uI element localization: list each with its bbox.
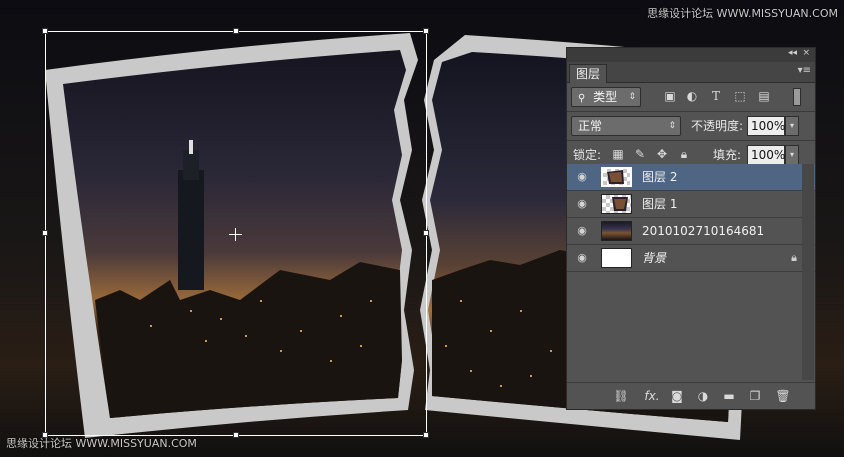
- layer-thumbnail: [601, 167, 632, 187]
- updown-icon: ⇕: [628, 92, 636, 102]
- panel-footer: ⛓︎ fx. ◙ ◑ ▬ ❐ 🗑︎: [567, 382, 815, 409]
- panel-tab-row: 图层 ▾≡: [567, 62, 815, 83]
- layer-thumbnail: [601, 248, 632, 268]
- transform-handle-bottom-right[interactable]: [423, 432, 429, 438]
- add-mask-icon[interactable]: ◙: [669, 388, 685, 404]
- transform-handle-middle-left[interactable]: [42, 230, 48, 236]
- blend-mode-dropdown[interactable]: 正常 ⇕: [571, 116, 681, 136]
- lock-icon: 🔒︎: [791, 251, 797, 264]
- layer-row[interactable]: ◉ 2010102710164681: [567, 218, 815, 245]
- blend-row: 正常 ⇕ 不透明度: 100% ▾: [567, 112, 815, 141]
- lock-image-pixels-icon[interactable]: ✎: [633, 147, 647, 161]
- new-group-icon[interactable]: ▬: [721, 388, 737, 404]
- layer-row[interactable]: ◉ 背景 🔒︎: [567, 245, 815, 272]
- filter-kind-dropdown[interactable]: ⚲ 类型 ⇕: [571, 87, 641, 107]
- layer-name[interactable]: 背景: [642, 245, 666, 271]
- opacity-slider-toggle[interactable]: ▾: [785, 116, 799, 136]
- transform-handle-bottom-middle[interactable]: [233, 432, 239, 438]
- lock-position-icon[interactable]: ✥: [655, 147, 669, 161]
- link-layers-icon[interactable]: ⛓︎: [613, 388, 629, 404]
- collapse-icon[interactable]: ◂◂: [788, 48, 797, 58]
- eye-icon[interactable]: ◉: [574, 224, 590, 238]
- shape-filter-icon[interactable]: ⬚: [733, 89, 747, 103]
- tab-layers[interactable]: 图层: [569, 64, 608, 83]
- layer-row[interactable]: ◉ 图层 1: [567, 191, 815, 218]
- updown-icon: ⇕: [668, 121, 676, 131]
- transform-handle-top-right[interactable]: [423, 28, 429, 34]
- layers-list: ◉ 图层 2 ◉ 图层 1 ◉ 2010102710164681 ◉ 背景 🔒︎: [567, 164, 815, 380]
- opacity-label: 不透明度:: [691, 119, 744, 133]
- image-filter-icon[interactable]: ▣: [663, 89, 677, 103]
- opacity-field[interactable]: 100%: [747, 116, 785, 136]
- fill-field[interactable]: 100%: [747, 145, 785, 165]
- layer-row[interactable]: ◉ 图层 2: [567, 164, 815, 191]
- watermark-top: 思缘设计论坛 WWW.MISSYUAN.COM: [647, 7, 838, 20]
- transform-reference-point-icon[interactable]: [229, 228, 242, 241]
- filter-row: ⚲ 类型 ⇕ ▣ ◐ T ⬚ ▤: [567, 83, 815, 112]
- layers-panel: ◂◂ × 图层 ▾≡ ⚲ 类型 ⇕ ▣ ◐ T ⬚ ▤ 正常 ⇕ 不透明度: 1…: [566, 47, 816, 410]
- fx-icon[interactable]: fx.: [641, 388, 663, 404]
- search-icon: ⚲: [578, 93, 586, 104]
- layer-name[interactable]: 图层 2: [642, 164, 677, 190]
- lock-label: 锁定:: [573, 148, 602, 162]
- watermark-bottom: 思缘设计论坛 WWW.MISSYUAN.COM: [6, 437, 197, 450]
- transform-handle-top-left[interactable]: [42, 28, 48, 34]
- adjustment-filter-icon[interactable]: ◐: [685, 89, 699, 103]
- toggle-filter-icon[interactable]: [793, 88, 801, 106]
- lock-transparent-pixels-icon[interactable]: ▦: [611, 147, 625, 161]
- transform-handle-middle-right[interactable]: [423, 230, 429, 236]
- delete-icon[interactable]: 🗑︎: [775, 388, 791, 404]
- fill-label: 填充:: [713, 148, 742, 162]
- layers-scrollbar[interactable]: [802, 164, 814, 380]
- filter-kind-value: 类型: [593, 90, 618, 104]
- fill-slider-toggle[interactable]: ▾: [785, 145, 799, 165]
- layer-name[interactable]: 2010102710164681: [642, 218, 764, 244]
- lock-all-icon[interactable]: 🔒︎: [677, 147, 691, 161]
- adjustment-layer-icon[interactable]: ◑: [695, 388, 711, 404]
- smart-object-filter-icon[interactable]: ▤: [757, 89, 771, 103]
- layer-thumbnail: [601, 194, 632, 214]
- close-icon[interactable]: ×: [802, 48, 810, 58]
- blend-mode-value: 正常: [578, 119, 603, 133]
- type-filter-icon[interactable]: T: [709, 89, 723, 103]
- panel-menu-icon[interactable]: ▾≡: [798, 65, 811, 76]
- transform-handle-top-middle[interactable]: [233, 28, 239, 34]
- eye-icon[interactable]: ◉: [574, 170, 590, 184]
- layer-name[interactable]: 图层 1: [642, 191, 677, 217]
- new-layer-icon[interactable]: ❐: [747, 388, 763, 404]
- eye-icon[interactable]: ◉: [574, 197, 590, 211]
- layer-thumbnail: [601, 221, 632, 241]
- panel-titlebar[interactable]: ◂◂ ×: [567, 48, 815, 62]
- eye-icon[interactable]: ◉: [574, 251, 590, 265]
